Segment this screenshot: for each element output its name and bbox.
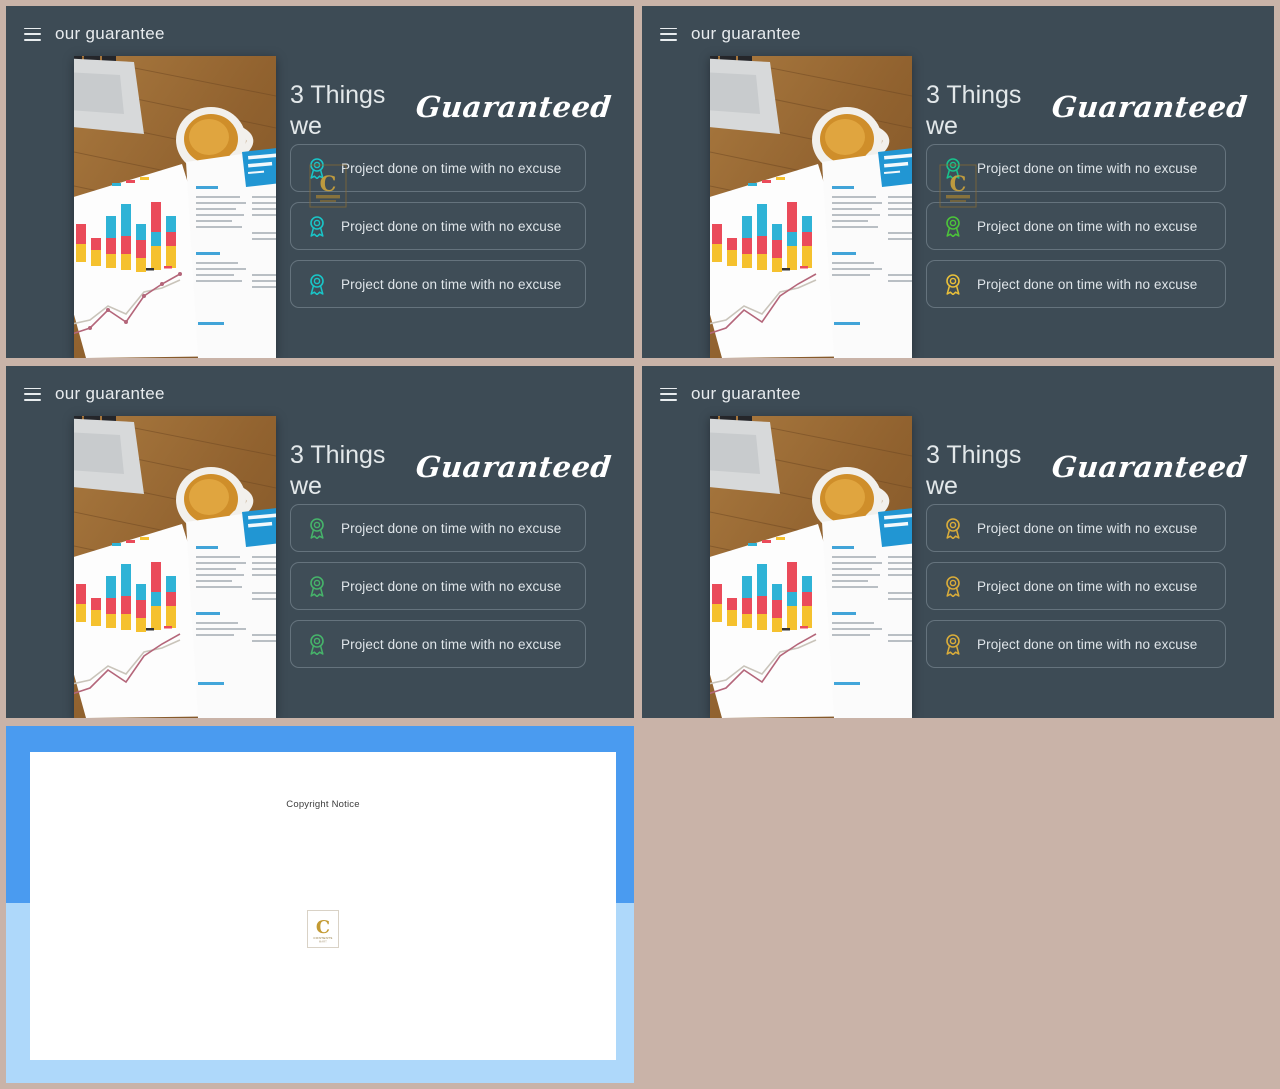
heading-main: 3 Things we <box>290 81 386 140</box>
guarantee-item-text: Project done on time with no excuse <box>977 520 1198 536</box>
heading-script: Guaranteed <box>414 90 614 124</box>
svg-text:C: C <box>316 917 330 938</box>
slide-3-body: Goo <box>6 416 634 718</box>
award-badge-icon <box>307 633 327 655</box>
guarantee-item[interactable]: Project done on time with no excuse <box>290 562 586 610</box>
guarantee-item[interactable]: Project done on time with no excuse <box>290 620 586 668</box>
guarantee-item[interactable]: Project done on time with no excuse <box>926 504 1226 552</box>
slide-2-heading: 3 Things we Guaranteed <box>926 68 1249 140</box>
guarantee-item-text: Project done on time with no excuse <box>341 218 562 234</box>
hamburger-icon[interactable] <box>24 27 41 41</box>
slide-2-content: 3 Things we Guaranteed Project done on t… <box>912 56 1274 358</box>
guarantee-item[interactable]: Project done on time with no excuse <box>926 202 1226 250</box>
slides-overview: our guarantee Goo <box>0 0 1280 1089</box>
copyright-notice-panel[interactable]: Copyright Notice C CONTENTS MART <box>6 726 634 1083</box>
guarantee-item[interactable]: Project done on time with no excuse <box>290 202 586 250</box>
svg-text:MART: MART <box>319 941 327 944</box>
heading-script: Guaranteed <box>1050 90 1250 124</box>
guarantee-item[interactable]: Project done on time with no excuse <box>290 504 586 552</box>
award-badge-icon <box>943 517 963 539</box>
guarantee-item-text: Project done on time with no excuse <box>977 636 1198 652</box>
slide-4-guarantee-list: Project done on time with no excuse Proj… <box>926 504 1226 668</box>
slide-panel-1[interactable]: our guarantee Goo <box>6 6 634 358</box>
guarantee-item[interactable]: Project done on time with no excuse <box>926 144 1226 192</box>
slide-1-content: 3 Things we Guaranteed Project done on t… <box>276 56 634 358</box>
hamburger-icon[interactable] <box>660 387 677 401</box>
slide-2-body: Goo <box>642 56 1274 358</box>
slide-3-title: our guarantee <box>55 384 165 403</box>
guarantee-item-text: Project done on time with no excuse <box>341 276 562 292</box>
award-badge-icon <box>307 575 327 597</box>
desk-photo-image <box>710 56 912 358</box>
guarantee-item[interactable]: Project done on time with no excuse <box>926 620 1226 668</box>
guarantee-item-text: Project done on time with no excuse <box>977 218 1198 234</box>
heading-main: 3 Things we <box>926 81 1022 140</box>
slide-panel-3[interactable]: our guarantee Goo <box>6 366 634 718</box>
award-badge-icon <box>943 575 963 597</box>
slide-3-guarantee-list: Project done on time with no excuse Proj… <box>290 504 586 668</box>
slide-4-content: 3 Things we Guaranteed Project done on t… <box>912 416 1274 718</box>
guarantee-item[interactable]: Project done on time with no excuse <box>290 260 586 308</box>
guarantee-item[interactable]: Project done on time with no excuse <box>926 562 1226 610</box>
copyright-title: Copyright Notice <box>286 799 360 810</box>
heading-script: Guaranteed <box>414 450 614 484</box>
slide-panel-2[interactable]: our guarantee Goo <box>642 6 1274 358</box>
guarantee-item-text: Project done on time with no excuse <box>341 160 562 176</box>
hamburger-icon[interactable] <box>660 27 677 41</box>
contents-mart-logo: C CONTENTS MART <box>307 910 339 948</box>
heading-main: 3 Things we <box>290 441 386 500</box>
slide-2-title: our guarantee <box>691 24 801 43</box>
guarantee-item[interactable]: Project done on time with no excuse <box>290 144 586 192</box>
hamburger-icon[interactable] <box>24 387 41 401</box>
slide-3-content: 3 Things we Guaranteed Project done on t… <box>276 416 634 718</box>
slide-1-guarantee-list: Project done on time with no excuse Proj… <box>290 144 586 308</box>
award-badge-icon <box>307 215 327 237</box>
slide-3-photo: Goo <box>74 416 276 718</box>
slide-1-header: our guarantee <box>6 6 634 62</box>
award-badge-icon <box>943 215 963 237</box>
award-badge-icon <box>943 633 963 655</box>
award-badge-icon <box>307 517 327 539</box>
guarantee-item-text: Project done on time with no excuse <box>341 636 562 652</box>
slide-4-photo: Goo <box>710 416 912 718</box>
guarantee-item-text: Project done on time with no excuse <box>977 160 1198 176</box>
copyright-sheet: Copyright Notice C CONTENTS MART <box>30 752 616 1060</box>
award-badge-icon <box>943 273 963 295</box>
slide-1-heading: 3 Things we Guaranteed <box>290 68 613 140</box>
desk-photo-image <box>74 416 276 718</box>
award-badge-icon <box>943 157 963 179</box>
desk-photo-image <box>710 416 912 718</box>
heading-script: Guaranteed <box>1050 450 1250 484</box>
award-badge-icon <box>307 273 327 295</box>
guarantee-item[interactable]: Project done on time with no excuse <box>926 260 1226 308</box>
desk-photo-image <box>74 56 276 358</box>
slide-4-body: Goo <box>642 416 1274 718</box>
guarantee-item-text: Project done on time with no excuse <box>341 578 562 594</box>
guarantee-item-text: Project done on time with no excuse <box>977 578 1198 594</box>
heading-main: 3 Things we <box>926 441 1022 500</box>
slide-4-header: our guarantee <box>642 366 1274 422</box>
slide-2-photo: Goo <box>710 56 912 358</box>
slide-1-body: Goo <box>6 56 634 358</box>
slide-panel-4[interactable]: our guarantee Goo <box>642 366 1274 718</box>
slide-1-title: our guarantee <box>55 24 165 43</box>
slide-4-title: our guarantee <box>691 384 801 403</box>
slide-2-guarantee-list: Project done on time with no excuse Proj… <box>926 144 1226 308</box>
award-badge-icon <box>307 157 327 179</box>
slide-4-heading: 3 Things we Guaranteed <box>926 428 1249 500</box>
svg-text:CONTENTS: CONTENTS <box>313 936 332 940</box>
guarantee-item-text: Project done on time with no excuse <box>341 520 562 536</box>
slide-2-header: our guarantee <box>642 6 1274 62</box>
slide-1-photo: Goo <box>74 56 276 358</box>
slide-3-heading: 3 Things we Guaranteed <box>290 428 613 500</box>
slide-3-header: our guarantee <box>6 366 634 422</box>
guarantee-item-text: Project done on time with no excuse <box>977 276 1198 292</box>
